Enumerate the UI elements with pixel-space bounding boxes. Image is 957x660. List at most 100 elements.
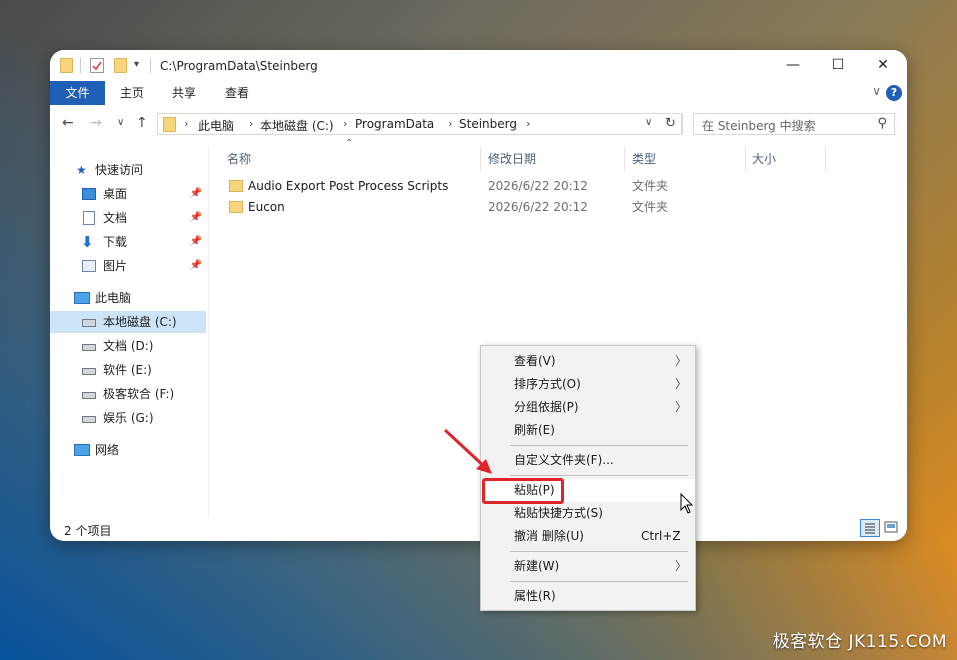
divider [150, 58, 151, 73]
sidebar-item-documents[interactable]: 文档 📌 [50, 207, 206, 229]
search-input[interactable]: 在 Steinberg 中搜索 ⚲ [693, 113, 895, 135]
desktop-icon [82, 188, 96, 200]
sidebar-item-desktop[interactable]: 桌面 📌 [50, 183, 206, 205]
file-row[interactable]: Eucon 2026/6/22 20:12 文件夹 [225, 197, 865, 218]
menu-separator [510, 475, 688, 476]
column-header-type[interactable]: 类型 [632, 147, 656, 171]
status-item-count: 2 个项目 [64, 524, 112, 538]
sidebar-item-label: 文档 [103, 211, 128, 225]
window-title: C:\ProgramData\Steinberg [160, 59, 318, 73]
submenu-arrow-icon: 〉 [674, 559, 687, 573]
download-icon: ⬇ [81, 233, 94, 251]
sidebar-item-drive-c[interactable]: 本地磁盘 (C:) [50, 311, 206, 333]
pin-icon[interactable]: 📌 [190, 255, 202, 277]
pin-icon[interactable]: 📌 [190, 231, 202, 253]
column-header-date[interactable]: 修改日期 [488, 147, 536, 171]
column-header-name[interactable]: 名称 [227, 147, 251, 171]
menu-item-undo-delete[interactable]: 撤消 删除(U) Ctrl+Z [481, 525, 695, 548]
pin-icon[interactable]: 📌 [190, 207, 202, 229]
breadcrumb-steinberg[interactable]: Steinberg [459, 117, 517, 131]
sidebar-item-label: 桌面 [103, 187, 128, 201]
menu-item-new[interactable]: 新建(W) 〉 [481, 555, 695, 578]
sidebar-item-this-pc[interactable]: 此电脑 [50, 287, 206, 309]
back-icon[interactable]: ← [62, 115, 74, 131]
forward-icon[interactable]: → [90, 115, 102, 131]
large-icons-view-icon[interactable] [882, 519, 902, 537]
submenu-arrow-icon: 〉 [674, 354, 687, 368]
menu-item-group-by[interactable]: 分组依据(P) 〉 [481, 396, 695, 419]
annotation-arrow-icon [443, 428, 492, 474]
search-icon: ⚲ [877, 116, 887, 131]
new-folder-icon[interactable] [114, 58, 127, 73]
sidebar-item-drive-d[interactable]: 文档 (D:) [50, 335, 206, 357]
close-button[interactable]: ✕ [860, 50, 906, 81]
pin-icon[interactable]: 📌 [190, 183, 202, 205]
ribbon-expand-chevron-icon[interactable]: ∨ [872, 84, 881, 98]
file-row[interactable]: Audio Export Post Process Scripts 2026/6… [225, 176, 865, 197]
maximize-button[interactable]: ☐ [815, 50, 861, 81]
watermark: 极客软仓 JK115.COM [772, 632, 947, 652]
recent-locations-chevron-icon[interactable]: ∨ [117, 117, 124, 128]
sidebar-item-drive-g[interactable]: 娱乐 (G:) [50, 407, 206, 429]
pictures-icon [82, 260, 96, 272]
folder-icon [229, 180, 243, 192]
title-bar: ▾ C:\ProgramData\Steinberg — ☐ ✕ [50, 50, 907, 81]
folder-icon [60, 58, 73, 73]
folder-icon [229, 201, 243, 213]
customize-toolbar-chevron-icon[interactable]: ▾ [134, 59, 139, 74]
tab-file[interactable]: 文件 [50, 81, 105, 105]
drive-icon [82, 344, 96, 351]
menu-separator [510, 445, 688, 446]
sidebar-item-quick-access[interactable]: ★ 快速访问 [50, 159, 206, 181]
breadcrumb-programdata[interactable]: ProgramData [355, 117, 434, 131]
file-type: 文件夹 [632, 179, 669, 193]
breadcrumb-local-disk[interactable]: 本地磁盘 (C:) [260, 117, 334, 134]
address-bar[interactable]: › 此电脑 › 本地磁盘 (C:) › ProgramData › Steinb… [157, 113, 683, 135]
tab-home[interactable]: 主页 [112, 81, 152, 105]
properties-icon[interactable] [90, 58, 104, 73]
menu-item-refresh[interactable]: 刷新(E) [481, 419, 695, 442]
menu-item-paste-shortcut[interactable]: 粘贴快捷方式(S) [481, 502, 695, 525]
menu-item-view[interactable]: 查看(V) 〉 [481, 350, 695, 373]
menu-item-label: 排序方式(O) [514, 377, 581, 391]
sidebar-item-label: 极客软合 (F:) [103, 387, 175, 401]
paste-highlight-box [482, 478, 564, 504]
breadcrumb-this-pc[interactable]: 此电脑 [198, 117, 234, 134]
menu-item-label: 查看(V) [514, 354, 556, 368]
breadcrumb-separator-icon: › [184, 117, 189, 130]
sidebar-item-network[interactable]: 网络 [50, 439, 206, 461]
menu-separator [510, 581, 688, 582]
drive-icon [82, 368, 96, 375]
menu-item-shortcut: Ctrl+Z [641, 529, 681, 543]
column-divider[interactable] [624, 147, 625, 171]
tab-view[interactable]: 查看 [217, 81, 257, 105]
column-divider[interactable] [825, 147, 826, 171]
column-divider[interactable] [745, 147, 746, 171]
sidebar-item-pictures[interactable]: 图片 📌 [50, 255, 206, 277]
help-icon[interactable]: ? [886, 85, 902, 101]
sidebar-item-drive-e[interactable]: 软件 (E:) [50, 359, 206, 381]
column-divider[interactable] [480, 147, 481, 171]
menu-item-sort-by[interactable]: 排序方式(O) 〉 [481, 373, 695, 396]
menu-item-label: 新建(W) [514, 559, 560, 573]
pane-divider[interactable] [208, 147, 209, 517]
sidebar-item-label: 图片 [103, 259, 128, 273]
menu-item-properties[interactable]: 属性(R) [481, 585, 695, 608]
breadcrumb-separator-icon: › [343, 117, 348, 130]
sidebar-item-drive-f[interactable]: 极客软合 (F:) [50, 383, 206, 405]
tab-share[interactable]: 共享 [164, 81, 204, 105]
minimize-button[interactable]: — [770, 50, 816, 81]
menu-item-customize-folder[interactable]: 自定义文件夹(F)... [481, 449, 695, 472]
address-history-chevron-icon[interactable]: ∨ [645, 117, 652, 128]
up-icon[interactable]: ↑ [136, 115, 148, 131]
details-view-icon[interactable] [860, 519, 880, 537]
column-header-size[interactable]: 大小 [752, 147, 776, 171]
sidebar-item-downloads[interactable]: ⬇ 下载 📌 [50, 231, 206, 253]
refresh-icon[interactable]: ↻ [660, 113, 682, 135]
network-icon [74, 444, 90, 456]
breadcrumb-separator-icon: › [448, 117, 453, 130]
menu-item-label: 自定义文件夹(F)... [514, 453, 614, 467]
sidebar-item-label: 下载 [103, 235, 128, 249]
breadcrumb-separator-icon: › [526, 117, 531, 130]
sidebar-item-label: 本地磁盘 (C:) [103, 315, 177, 329]
